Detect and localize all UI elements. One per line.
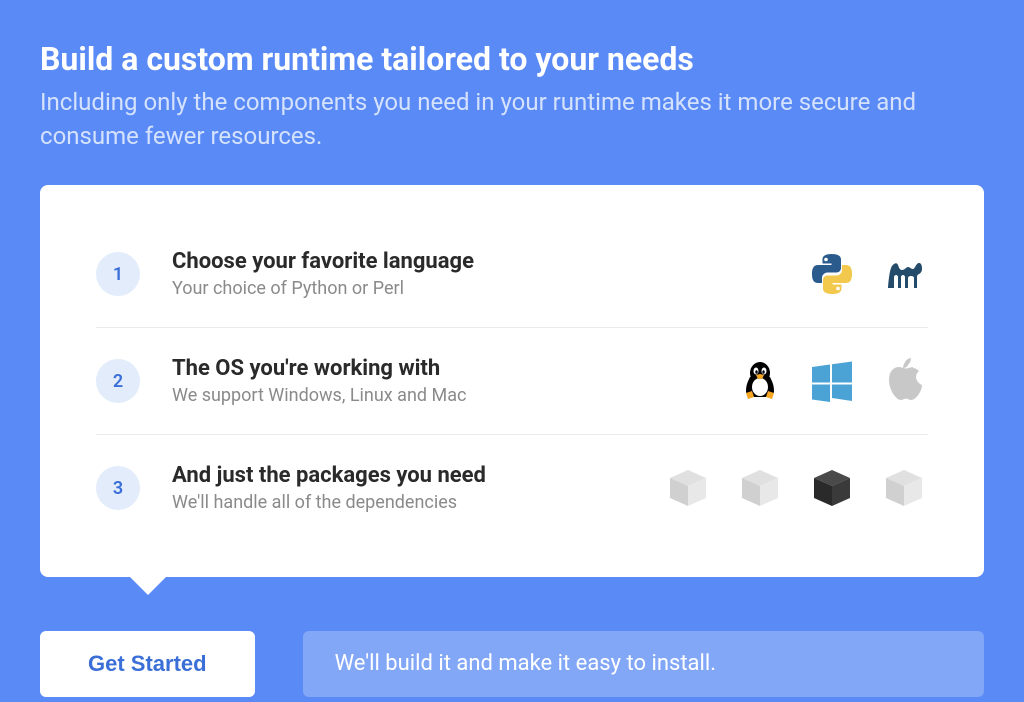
hero-header: Build a custom runtime tailored to your … bbox=[40, 40, 984, 153]
hero-subtitle: Including only the components you need i… bbox=[40, 86, 984, 153]
step-subtitle: We support Windows, Linux and Mac bbox=[172, 385, 736, 406]
linux-tux-icon bbox=[736, 357, 784, 405]
step-number-badge: 2 bbox=[96, 359, 140, 403]
package-icon bbox=[880, 464, 928, 512]
step-row: 3 And just the packages you need We'll h… bbox=[96, 435, 928, 541]
footer-info-banner: We'll build it and make it easy to insta… bbox=[303, 631, 984, 697]
step-icons bbox=[664, 464, 928, 512]
python-icon bbox=[808, 250, 856, 298]
step-number-badge: 1 bbox=[96, 252, 140, 296]
windows-icon bbox=[808, 357, 856, 405]
package-icon bbox=[736, 464, 784, 512]
footer-actions: Get Started We'll build it and make it e… bbox=[40, 631, 984, 697]
perl-camel-icon bbox=[880, 250, 928, 298]
step-content: The OS you're working with We support Wi… bbox=[172, 356, 736, 406]
step-row: 2 The OS you're working with We support … bbox=[96, 328, 928, 435]
step-subtitle: We'll handle all of the dependencies bbox=[172, 492, 664, 513]
step-content: And just the packages you need We'll han… bbox=[172, 463, 664, 513]
step-icons bbox=[808, 250, 928, 298]
package-icon-active bbox=[808, 464, 856, 512]
step-number-badge: 3 bbox=[96, 466, 140, 510]
apple-icon bbox=[880, 357, 928, 405]
step-subtitle: Your choice of Python or Perl bbox=[172, 278, 808, 299]
package-icon bbox=[664, 464, 712, 512]
step-row: 1 Choose your favorite language Your cho… bbox=[96, 221, 928, 328]
get-started-button[interactable]: Get Started bbox=[40, 631, 255, 697]
step-icons bbox=[736, 357, 928, 405]
step-title: Choose your favorite language bbox=[172, 249, 808, 274]
hero-title: Build a custom runtime tailored to your … bbox=[40, 40, 984, 78]
step-title: The OS you're working with bbox=[172, 356, 736, 381]
step-title: And just the packages you need bbox=[172, 463, 664, 488]
step-content: Choose your favorite language Your choic… bbox=[172, 249, 808, 299]
steps-card: 1 Choose your favorite language Your cho… bbox=[40, 185, 984, 577]
